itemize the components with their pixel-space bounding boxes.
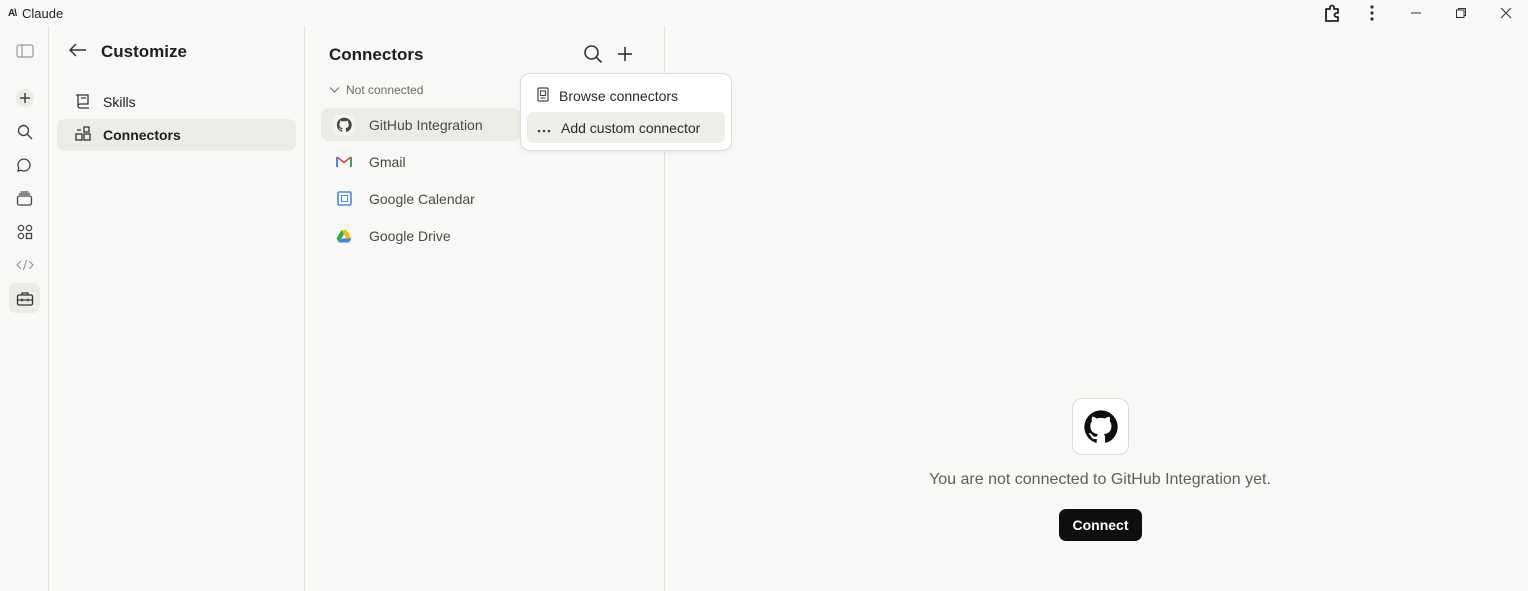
app-name: Claude bbox=[22, 5, 64, 21]
connector-label: Google Calendar bbox=[369, 190, 475, 207]
add-connector-icon[interactable] bbox=[615, 44, 635, 69]
title-bar: A\ Claude bbox=[0, 0, 1528, 26]
google-calendar-icon bbox=[333, 188, 355, 210]
gmail-icon bbox=[333, 151, 355, 173]
google-drive-icon bbox=[333, 225, 355, 247]
connector-label: Google Drive bbox=[369, 227, 451, 244]
sidebar-toggle-icon[interactable] bbox=[9, 36, 40, 66]
connector-gmail[interactable]: Gmail bbox=[321, 145, 521, 178]
more-vertical-icon[interactable] bbox=[1362, 3, 1382, 23]
code-icon[interactable] bbox=[9, 250, 40, 280]
connector-label: GitHub Integration bbox=[369, 116, 483, 133]
more-dots-icon bbox=[537, 120, 551, 136]
github-icon bbox=[1072, 398, 1129, 455]
connect-button[interactable]: Connect bbox=[1059, 509, 1142, 541]
customize-icon[interactable] bbox=[9, 283, 40, 313]
extension-icon[interactable] bbox=[1322, 3, 1344, 23]
customize-panel: Customize Skills Connectors bbox=[49, 26, 305, 591]
restore-button[interactable] bbox=[1438, 0, 1483, 26]
search-icon[interactable] bbox=[9, 117, 40, 147]
back-arrow-icon[interactable] bbox=[68, 42, 87, 62]
new-chat-icon[interactable] bbox=[9, 83, 40, 113]
search-connectors-icon[interactable] bbox=[583, 44, 603, 69]
projects-icon[interactable] bbox=[9, 183, 40, 213]
chats-icon[interactable] bbox=[9, 150, 40, 180]
connector-google-calendar[interactable]: Google Calendar bbox=[321, 182, 521, 215]
section-not-connected[interactable]: Not connected bbox=[329, 83, 423, 97]
chevron-down-icon bbox=[329, 83, 340, 97]
nav-item-connectors[interactable]: Connectors bbox=[57, 119, 296, 151]
connectors-title: Connectors bbox=[329, 45, 424, 64]
nav-item-skills[interactable]: Skills bbox=[57, 86, 296, 118]
close-button[interactable] bbox=[1483, 0, 1528, 26]
connector-google-drive[interactable]: Google Drive bbox=[321, 219, 521, 252]
icon-rail bbox=[0, 26, 49, 591]
claude-logo-icon: A\ bbox=[8, 7, 17, 19]
window-controls bbox=[1325, 0, 1528, 26]
connector-label: Gmail bbox=[369, 153, 406, 170]
connector-github[interactable]: GitHub Integration bbox=[321, 108, 521, 141]
app-title: A\ Claude bbox=[8, 6, 63, 21]
menu-item-label: Browse connectors bbox=[559, 87, 679, 104]
not-connected-message: You are not connected to GitHub Integrat… bbox=[929, 471, 1271, 488]
artifacts-icon[interactable] bbox=[9, 217, 40, 247]
connectors-icon bbox=[75, 125, 91, 145]
nav-item-label: Skills bbox=[103, 94, 136, 110]
page-title: Customize bbox=[101, 42, 187, 61]
connector-detail: You are not connected to GitHub Integrat… bbox=[665, 26, 1528, 591]
github-icon bbox=[333, 113, 355, 136]
section-label: Not connected bbox=[346, 83, 424, 97]
nav-item-label: Connectors bbox=[103, 127, 181, 143]
minimize-button[interactable] bbox=[1393, 0, 1438, 26]
browse-icon bbox=[537, 86, 549, 105]
skills-icon bbox=[75, 93, 91, 112]
